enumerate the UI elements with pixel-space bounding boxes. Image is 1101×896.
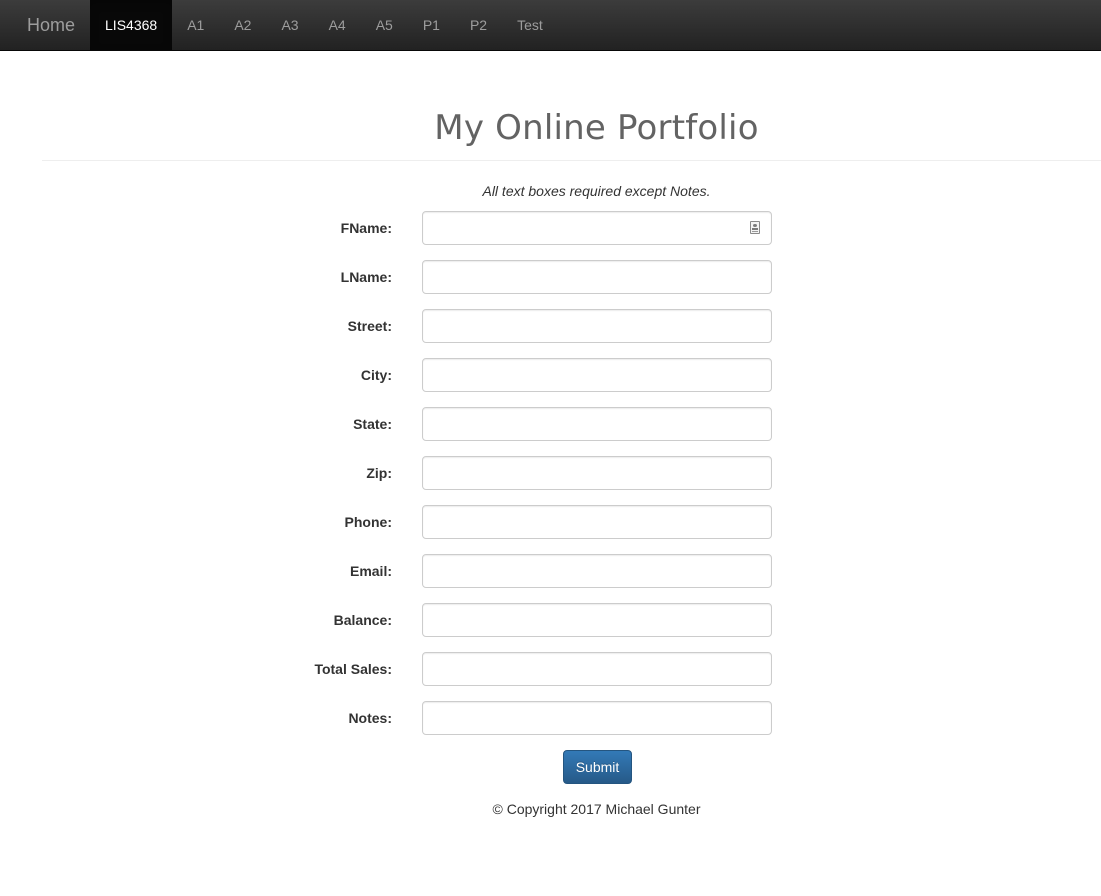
form-instructions: All text boxes required except Notes.	[482, 183, 711, 199]
form-row-phone: Phone:	[0, 505, 1101, 539]
lname-input[interactable]	[422, 260, 772, 294]
form-row-lname: LName:	[0, 260, 1101, 294]
form-row-total-sales: Total Sales:	[0, 652, 1101, 686]
email-input[interactable]	[422, 554, 772, 588]
fname-label: FName:	[340, 220, 392, 236]
form-row-balance: Balance:	[0, 603, 1101, 637]
form-row-city: City:	[0, 358, 1101, 392]
balance-input[interactable]	[422, 603, 772, 637]
page-title: My Online Portfolio	[434, 108, 759, 148]
nav-item-a4[interactable]: A4	[314, 0, 361, 50]
state-input[interactable]	[422, 407, 772, 441]
lname-label: LName:	[340, 269, 392, 285]
zip-input[interactable]	[422, 456, 772, 490]
phone-label: Phone:	[344, 514, 392, 530]
state-label: State:	[353, 416, 392, 432]
street-label: Street:	[347, 318, 392, 334]
nav-item-p1[interactable]: P1	[408, 0, 455, 50]
notes-label: Notes:	[348, 710, 392, 726]
phone-input[interactable]	[422, 505, 772, 539]
nav-item-test[interactable]: Test	[502, 0, 558, 50]
city-label: City:	[360, 367, 392, 383]
form-row-street: Street:	[0, 309, 1101, 343]
form-row-notes: Notes:	[0, 701, 1101, 735]
nav-item-a5[interactable]: A5	[361, 0, 408, 50]
form-row-fname: FName:	[0, 211, 1101, 245]
email-label: Email:	[349, 563, 392, 579]
nav-item-a2[interactable]: A2	[219, 0, 266, 50]
fname-input[interactable]	[422, 211, 772, 245]
balance-label: Balance:	[333, 612, 392, 628]
nav-brand-home[interactable]: Home	[0, 0, 90, 50]
city-input[interactable]	[422, 358, 772, 392]
copyright-footer: © Copyright 2017 Michael Gunter	[492, 801, 701, 817]
nav-item-lis4368[interactable]: LIS4368	[90, 0, 173, 50]
title-divider	[42, 160, 1101, 161]
top-navbar: Home LIS4368 A1 A2 A3 A4 A5 P1 P2 Test	[0, 0, 1101, 51]
contact-card-icon[interactable]	[750, 221, 760, 234]
form-row-zip: Zip:	[0, 456, 1101, 490]
total-sales-input[interactable]	[422, 652, 772, 686]
notes-input[interactable]	[422, 701, 772, 735]
submit-button[interactable]: Submit	[563, 750, 632, 784]
nav-item-p2[interactable]: P2	[455, 0, 502, 50]
street-input[interactable]	[422, 309, 772, 343]
zip-label: Zip:	[366, 465, 392, 481]
total-sales-label: Total Sales:	[314, 661, 392, 677]
nav-item-a3[interactable]: A3	[266, 0, 313, 50]
nav-item-a1[interactable]: A1	[172, 0, 219, 50]
form-row-state: State:	[0, 407, 1101, 441]
form-row-email: Email:	[0, 554, 1101, 588]
